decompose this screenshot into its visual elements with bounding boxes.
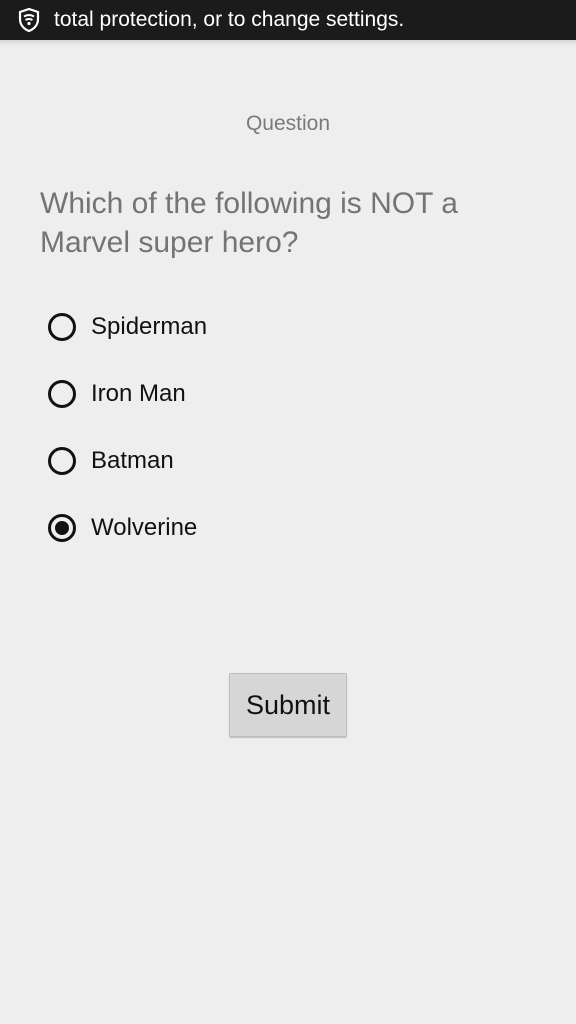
answer-option-batman[interactable]: Batman <box>48 441 448 508</box>
answer-option-label[interactable]: Batman <box>91 441 174 481</box>
radio-button[interactable] <box>48 380 76 408</box>
answer-option-label[interactable]: Wolverine <box>91 508 197 548</box>
answer-option-label[interactable]: Iron Man <box>91 374 186 414</box>
submit-button[interactable]: Submit <box>229 673 347 737</box>
status-bar-shadow <box>0 40 576 46</box>
answer-option-label[interactable]: Spiderman <box>91 307 207 347</box>
answer-option-spiderman[interactable]: Spiderman <box>48 307 448 374</box>
answer-option-wolverine[interactable]: Wolverine <box>48 508 448 575</box>
radio-button[interactable] <box>48 447 76 475</box>
question-label: Question <box>245 112 331 135</box>
question-text: Which of the following is NOT a Marvel s… <box>40 187 458 259</box>
status-notification-text: total protection, or to change settings. <box>54 8 405 31</box>
answer-option-iron-man[interactable]: Iron Man <box>48 374 448 441</box>
radio-button-selected[interactable] <box>48 514 76 542</box>
shield-icon <box>18 8 40 32</box>
radio-button[interactable] <box>48 313 76 341</box>
answer-radio-group: Spiderman Iron Man Batman Wolverine <box>48 307 448 575</box>
status-bar: total protection, or to change settings. <box>0 0 576 40</box>
radio-selected-dot <box>55 521 69 535</box>
